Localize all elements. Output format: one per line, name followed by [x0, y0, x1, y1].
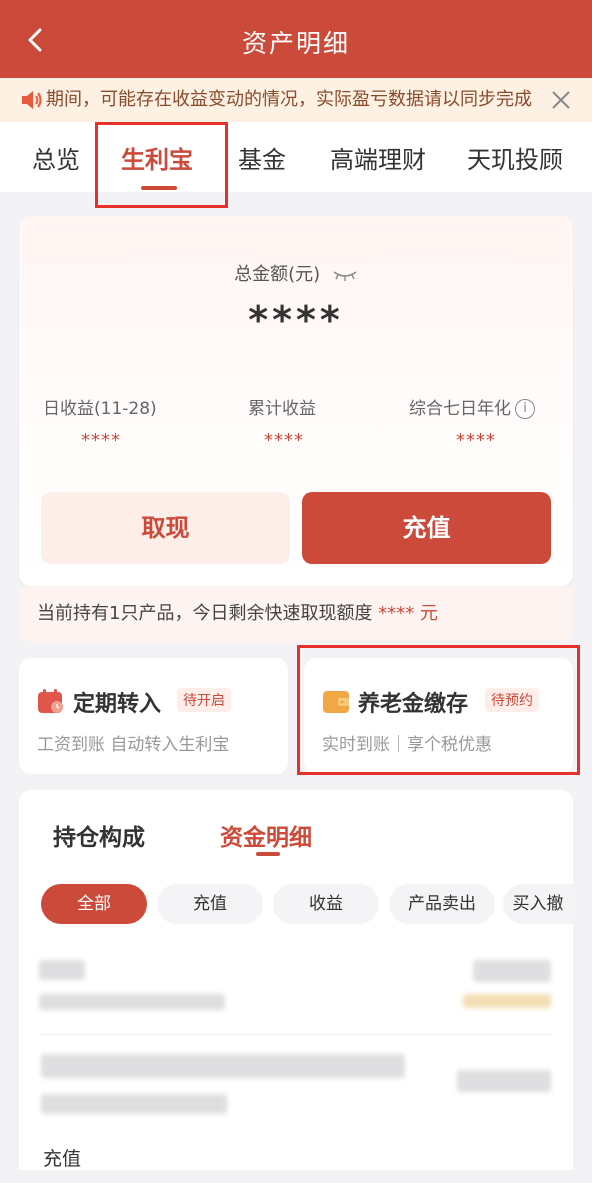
redacted-text: [39, 960, 85, 980]
tab-fund-detail[interactable]: 资金明细: [220, 818, 312, 852]
redacted-text: [39, 994, 225, 1010]
calendar-icon: [38, 689, 63, 713]
filter-buy-cancel[interactable]: 买入撤: [503, 884, 573, 924]
tab-holdings[interactable]: 持仓构成: [53, 818, 145, 852]
total-label-text: 总金额(元): [234, 264, 321, 285]
seven-day-yield-text: 综合七日年化: [409, 399, 511, 419]
tab-overview[interactable]: 总览: [32, 140, 80, 175]
notice-text: 期间，可能存在收益变动的情况，实际盈亏数据请以同步完成: [46, 89, 532, 110]
filter-product-sell[interactable]: 产品卖出: [389, 884, 495, 924]
redacted-text: [463, 994, 551, 1008]
recharge-button[interactable]: 充值: [302, 492, 551, 564]
daily-income-value: ****: [81, 430, 121, 451]
seven-day-yield-value: ****: [456, 430, 496, 451]
withdraw-button[interactable]: 取现: [41, 492, 290, 564]
filter-income[interactable]: 收益: [273, 884, 379, 924]
redacted-text: [41, 1054, 405, 1078]
filter-recharge[interactable]: 充值: [157, 884, 263, 924]
transaction-type: 充值: [43, 1148, 82, 1170]
tab-fund[interactable]: 基金: [238, 140, 286, 175]
promo-title: 定期转入: [73, 692, 162, 717]
redacted-text: [41, 1094, 227, 1114]
daily-income-label: 日收益(11-28): [43, 399, 157, 419]
tab-advisory[interactable]: 天玑投顾: [467, 140, 563, 175]
fund-detail-card: 持仓构成 资金明细 全部 充值 收益 产品卖出 买入撤 充值: [19, 790, 573, 1170]
promo-subtitle: 工资到账 自动转入生利宝: [37, 735, 230, 755]
close-icon[interactable]: [550, 89, 572, 111]
total-amount-value: ****: [248, 298, 344, 342]
quota-amount: ****: [378, 603, 415, 624]
speaker-icon: [22, 91, 42, 109]
eye-closed-icon[interactable]: [332, 268, 358, 282]
redacted-text: [457, 1070, 551, 1092]
tab-high-end-wealth[interactable]: 高端理财: [330, 140, 426, 175]
quota-unit: 元: [419, 603, 438, 624]
highlight-box: [297, 645, 580, 775]
product-tabs: 总览 生利宝 基金 高端理财 天玑投顾: [0, 122, 592, 192]
highlight-box: [95, 122, 228, 208]
cumulative-income-label: 累计收益: [248, 399, 316, 419]
holding-text: 当前持有1只产品，今日剩余快速取现额度: [37, 603, 373, 624]
filter-all[interactable]: 全部: [41, 884, 147, 924]
page-title: 资产明细: [241, 29, 350, 58]
summary-card: 总金额(元) **** 日收益(11-28) **** 累计收益 **** 综合…: [19, 216, 573, 586]
redacted-text: [473, 960, 551, 982]
info-icon[interactable]: i: [515, 399, 535, 419]
total-amount-label: 总金额(元): [19, 260, 573, 286]
app-header: 资产明细: [0, 0, 592, 78]
holding-info-bar: 当前持有1只产品，今日剩余快速取现额度 **** 元: [19, 586, 573, 642]
cumulative-income-value: ****: [264, 430, 304, 451]
divider: [39, 1034, 553, 1035]
notice-bar: 期间，可能存在收益变动的情况，实际盈亏数据请以同步完成: [0, 78, 592, 122]
active-tab-indicator: [256, 852, 280, 856]
status-badge: 待开启: [177, 688, 231, 712]
seven-day-yield-label: 综合七日年化 i: [409, 394, 535, 419]
scheduled-deposit-card[interactable]: 定期转入 待开启 工资到账 自动转入生利宝: [19, 658, 288, 774]
